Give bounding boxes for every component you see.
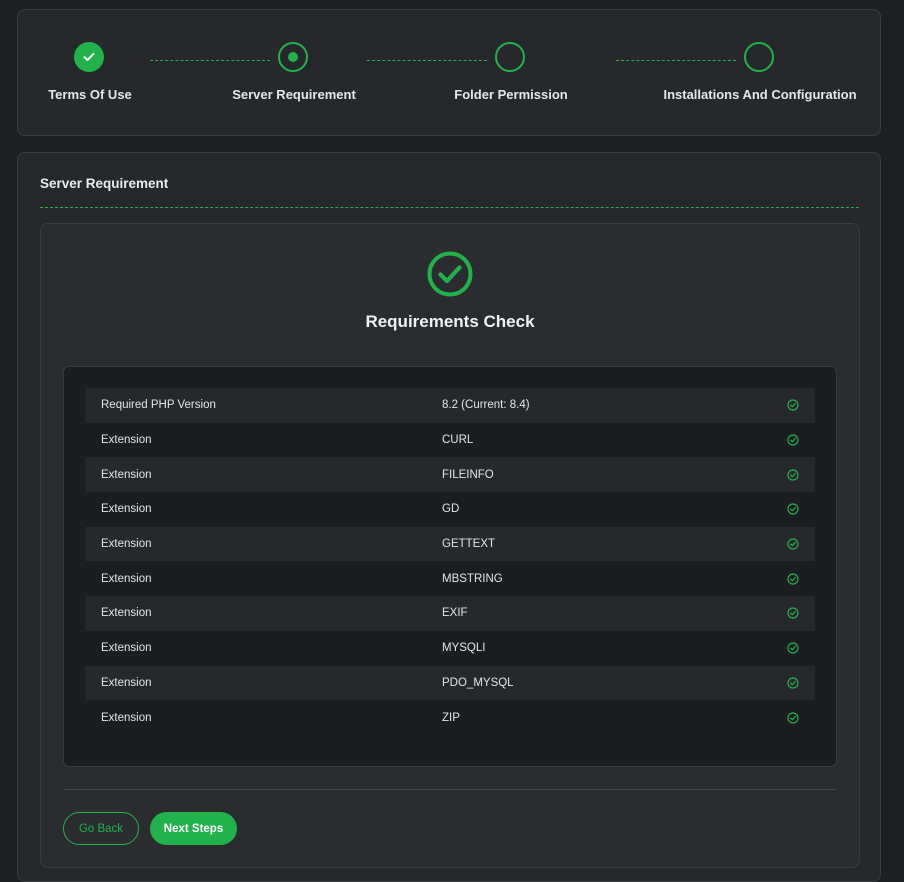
requirement-value: EXIF — [442, 607, 468, 620]
step-label: Server Requirement — [232, 87, 356, 102]
requirement-name: Extension — [101, 434, 152, 447]
server-requirement-card: Server Requirement Requirements Check Re… — [17, 152, 881, 882]
requirements-list: Required PHP Version 8.2 (Current: 8.4) … — [63, 366, 837, 767]
check-circle-icon — [427, 251, 473, 297]
step-connector — [367, 60, 487, 61]
step-connector — [616, 60, 736, 61]
check-icon — [74, 42, 104, 72]
step-label: Terms Of Use — [48, 87, 132, 102]
requirement-name: Extension — [101, 607, 152, 620]
table-row: Extension MBSTRING — [85, 561, 815, 596]
table-row: Extension GETTEXT — [85, 526, 815, 562]
requirements-check-title: Requirements Check — [365, 312, 535, 331]
requirement-value: MYSQLI — [442, 642, 486, 655]
requirement-name: Extension — [101, 642, 152, 655]
requirement-name: Extension — [101, 503, 152, 516]
check-circle-icon — [787, 434, 799, 446]
pending-step-circle-icon — [495, 42, 525, 72]
requirement-value: GETTEXT — [442, 538, 496, 551]
section-divider — [40, 207, 859, 208]
actions-divider — [63, 789, 837, 790]
table-row: Required PHP Version 8.2 (Current: 8.4) — [85, 388, 815, 423]
next-steps-button[interactable]: Next Steps — [150, 812, 237, 845]
step-connector — [150, 60, 270, 61]
requirement-name: Extension — [101, 572, 152, 585]
check-circle-icon — [787, 573, 799, 585]
check-circle-icon — [787, 469, 799, 481]
requirement-name: Extension — [101, 538, 152, 551]
requirement-value: FILEINFO — [442, 468, 494, 481]
requirement-value: CURL — [442, 434, 474, 447]
requirements-table: Required PHP Version 8.2 (Current: 8.4) … — [85, 388, 815, 735]
active-step-dot-icon — [278, 42, 308, 72]
requirement-name: Extension — [101, 676, 152, 689]
table-row: Extension FILEINFO — [85, 457, 815, 493]
requirements-check-panel: Requirements Check Required PHP Version … — [40, 223, 860, 868]
section-title: Server Requirement — [40, 176, 169, 191]
check-circle-icon — [787, 607, 799, 620]
requirement-name: Extension — [101, 468, 152, 481]
go-back-button[interactable]: Go Back — [63, 812, 139, 845]
table-row: Extension ZIP — [85, 700, 815, 735]
check-circle-icon — [787, 503, 799, 516]
requirement-value: MBSTRING — [442, 572, 503, 585]
check-circle-icon — [787, 677, 799, 689]
requirement-value: PDO_MYSQL — [442, 676, 514, 689]
pending-step-circle-icon — [744, 42, 774, 72]
check-circle-icon — [787, 711, 799, 724]
table-row: Extension CURL — [85, 423, 815, 458]
step-label: Installations And Configuration — [663, 87, 857, 102]
table-row: Extension GD — [85, 492, 815, 527]
check-circle-icon — [787, 399, 799, 411]
requirement-name: Extension — [101, 711, 152, 724]
requirement-value: GD — [442, 503, 460, 516]
table-row: Extension EXIF — [85, 596, 815, 631]
requirement-name: Required PHP Version — [101, 399, 216, 412]
stepper: Terms Of Use Server Requirement Folder P… — [17, 9, 881, 136]
table-row: Extension PDO_MYSQL — [85, 665, 815, 701]
check-circle-icon — [787, 642, 799, 654]
step-label: Folder Permission — [454, 87, 568, 102]
table-row: Extension MYSQLI — [85, 631, 815, 666]
requirement-value: 8.2 (Current: 8.4) — [442, 399, 530, 412]
requirement-value: ZIP — [442, 711, 460, 724]
check-circle-icon — [787, 538, 799, 550]
